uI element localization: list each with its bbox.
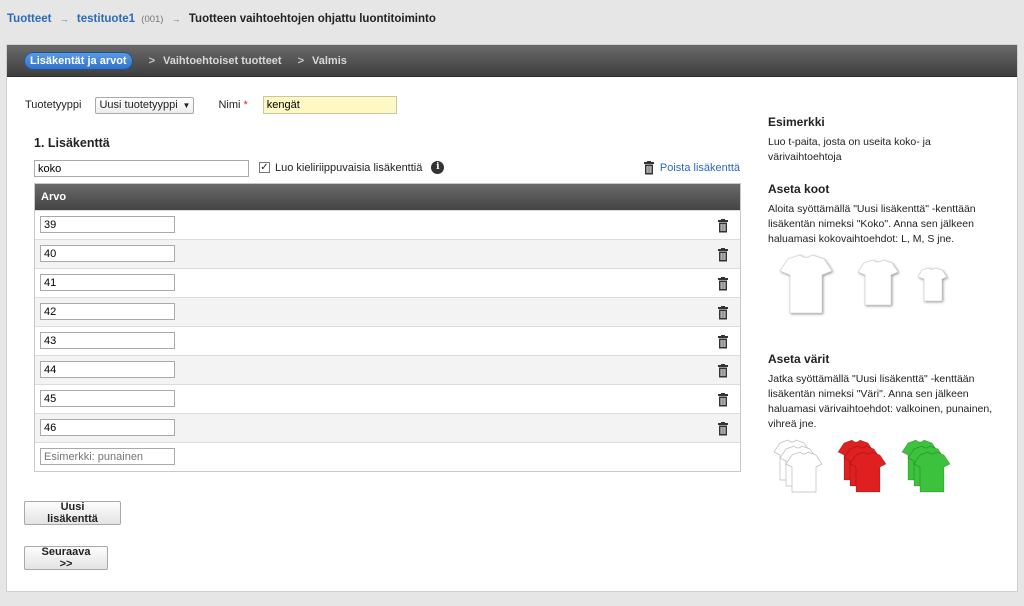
field-name-input[interactable] xyxy=(34,160,249,177)
color-shirts-image xyxy=(768,438,993,508)
trash-icon xyxy=(643,161,654,175)
colors-text: Jatka syöttämällä "Uusi lisäkenttä" -ken… xyxy=(768,373,993,430)
example-text: Luo t-paita, josta on useita koko- ja vä… xyxy=(768,136,931,163)
example-title: Esimerkki xyxy=(768,115,825,129)
values-table: Arvo xyxy=(34,183,741,472)
value-row xyxy=(35,239,740,268)
value-row xyxy=(35,210,740,239)
trash-icon[interactable] xyxy=(717,422,729,439)
page-title: Tuotteen vaihtoehtojen ohjattu luontitoi… xyxy=(188,13,436,25)
sizes-title: Aseta koot xyxy=(768,182,830,196)
wizard-step-separator: > xyxy=(148,54,156,67)
language-dependent-checkbox[interactable]: ✓ xyxy=(259,162,270,173)
language-dependent-option: ✓ Luo kieliriippuvaisia lisäkenttiä i xyxy=(259,161,445,174)
value-input[interactable] xyxy=(40,245,175,262)
tshirt-sizes-illustration xyxy=(779,254,948,314)
breadcrumb-separator: → xyxy=(59,14,69,24)
wizard-steps: Lisäkentät ja arvot > Vaihtoehtoiset tuo… xyxy=(7,45,1017,77)
field-section-title: 1. Lisäkenttä xyxy=(34,136,110,150)
wizard-step-fields-values: Lisäkentät ja arvot xyxy=(24,51,133,70)
colors-help: Aseta värit Jatka syöttämällä "Uusi lisä… xyxy=(768,352,993,508)
next-button[interactable]: Seuraava >> xyxy=(24,546,108,570)
trash-icon[interactable] xyxy=(717,306,729,323)
trash-icon[interactable] xyxy=(717,219,729,236)
new-value-input[interactable] xyxy=(40,448,175,465)
breadcrumb-product-link[interactable]: testituote1 xyxy=(77,13,135,25)
size-shirts-image xyxy=(768,253,993,323)
wizard-step-alternative-products: Vaihtoehtoiset tuotteet xyxy=(163,54,282,67)
product-type-label: Tuotetyyppi xyxy=(25,99,82,111)
language-dependent-label: Luo kieliriippuvaisia lisäkenttiä xyxy=(275,161,423,174)
trash-icon[interactable] xyxy=(717,277,729,294)
value-input[interactable] xyxy=(40,390,175,407)
values-column-header: Arvo xyxy=(35,184,740,210)
product-type-row: Tuotetyyppi Uusi tuotetyyppi ▼ Nimi * xyxy=(25,96,397,114)
value-row xyxy=(35,355,740,384)
breadcrumb-separator: → xyxy=(171,14,181,24)
value-row xyxy=(35,268,740,297)
wizard-step-done: Valmis xyxy=(312,54,347,67)
breadcrumb: Tuotteet → testituote1 (001) → Tuotteen … xyxy=(7,13,436,25)
wizard-step-separator: > xyxy=(297,54,305,67)
tshirt-colors-illustration xyxy=(773,439,951,493)
value-input[interactable] xyxy=(40,303,175,320)
name-label: Nimi xyxy=(218,99,241,111)
value-input[interactable] xyxy=(40,332,175,349)
add-field-button[interactable]: Uusi lisäkenttä xyxy=(24,501,121,525)
value-row xyxy=(35,297,740,326)
sizes-text: Aloita syöttämällä "Uusi lisäkenttä" -ke… xyxy=(768,203,976,245)
new-value-row xyxy=(35,442,740,471)
breadcrumb-products-link[interactable]: Tuotteet xyxy=(7,13,52,25)
value-input[interactable] xyxy=(40,216,175,233)
help-sidebar: Esimerkki Luo t-paita, josta on useita k… xyxy=(768,115,993,493)
required-marker: * xyxy=(243,99,248,111)
delete-field-action[interactable]: Poista lisäkenttä xyxy=(643,161,740,175)
value-row xyxy=(35,384,740,413)
value-input[interactable] xyxy=(40,274,175,291)
value-input[interactable] xyxy=(40,419,175,436)
wizard-panel: Lisäkentät ja arvot > Vaihtoehtoiset tuo… xyxy=(6,44,1018,592)
field-row: ✓ Luo kieliriippuvaisia lisäkenttiä i Po… xyxy=(34,160,740,178)
info-icon[interactable]: i xyxy=(431,161,445,174)
trash-icon[interactable] xyxy=(717,393,729,410)
product-type-select[interactable]: Uusi tuotetyyppi ▼ xyxy=(95,96,195,114)
trash-icon[interactable] xyxy=(717,248,729,265)
chevron-down-icon: ▼ xyxy=(182,100,191,110)
trash-icon[interactable] xyxy=(717,335,729,352)
value-row xyxy=(35,326,740,355)
sizes-help: Aseta koot Aloita syöttämällä "Uusi lisä… xyxy=(768,182,993,323)
product-type-value: Uusi tuotetyyppi xyxy=(99,99,178,111)
delete-field-link[interactable]: Poista lisäkenttä xyxy=(660,162,740,174)
value-row xyxy=(35,413,740,442)
value-input[interactable] xyxy=(40,361,175,378)
colors-title: Aseta värit xyxy=(768,352,830,366)
trash-icon[interactable] xyxy=(717,364,729,381)
name-input[interactable] xyxy=(262,96,397,114)
product-code: (001) xyxy=(141,14,164,25)
